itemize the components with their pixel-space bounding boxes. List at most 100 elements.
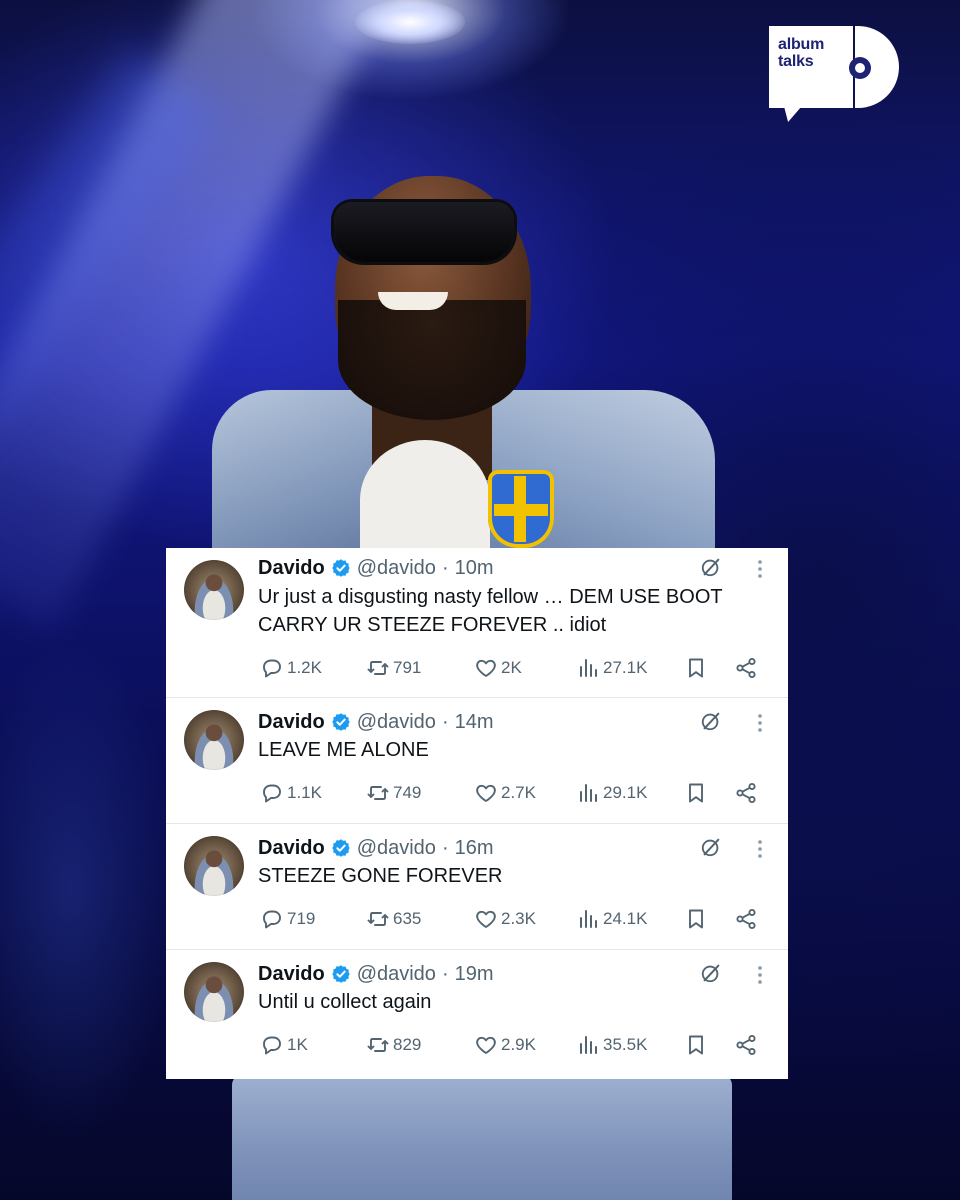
white-tshirt [360,440,490,560]
display-name[interactable]: Davido [258,837,325,860]
logo-text: album talks [778,36,825,70]
action-bar: 1K 829 2.9K 35.5K [258,1032,768,1058]
display-name[interactable]: Davido [258,557,325,580]
reply-count: 1K [287,1035,308,1054]
bookmark-button[interactable] [684,1032,711,1058]
reply-count: 1.2K [287,658,322,677]
share-button[interactable] [734,1032,761,1058]
repost-count: 635 [393,909,422,928]
performer-smile [378,292,448,310]
bookmark-icon [689,1035,703,1055]
tweet-text: Ur just a disgusting nasty fellow … DEM … [258,586,723,636]
repost-count: 749 [393,783,422,802]
timestamp[interactable]: 14m [455,711,494,734]
views-icon [580,910,597,928]
tweet[interactable]: Davido @davido · 19m Until u collect aga… [166,950,788,1079]
avatar[interactable] [184,962,244,1022]
tweet[interactable]: Davido @davido · 10m Ur just a disgustin… [166,548,788,697]
tweet-text: STEEZE GONE FOREVER [258,865,503,887]
repost-icon [367,912,389,926]
handle[interactable]: @davido [357,963,436,986]
avatar[interactable] [184,710,244,770]
like-count: 2.3K [501,909,536,928]
like-count: 2.9K [501,1035,536,1054]
bookmark-button[interactable] [684,655,711,681]
like-count: 2K [501,658,522,677]
handle[interactable]: @davido [357,711,436,734]
grok-icon[interactable] [700,556,722,578]
verified-badge-icon [331,713,350,731]
repost-icon [367,786,389,800]
share-button[interactable] [734,780,761,806]
share-button[interactable] [734,906,761,932]
handle[interactable]: @davido [357,557,436,580]
reply-button[interactable]: 1.1K [260,780,322,806]
like-button[interactable]: 2.3K [474,906,536,932]
views-button[interactable]: 29.1K [576,780,647,806]
tweet-text: LEAVE ME ALONE [258,739,429,761]
album-talks-logo: album talks [769,26,899,124]
grok-icon[interactable] [700,710,722,732]
sweden-badge-patch [488,470,554,548]
share-icon [736,782,756,804]
timestamp[interactable]: 10m [455,557,494,580]
avatar[interactable] [184,560,244,620]
heart-icon [476,784,496,802]
logo-disc-hole [849,57,871,79]
repost-button[interactable]: 791 [366,655,421,681]
action-bar: 719 635 2.3K 24.1K [258,906,768,932]
repost-button[interactable]: 635 [366,906,421,932]
tweet[interactable]: Davido @davido · 14m LEAVE ME ALONE 1.1K… [166,698,788,823]
views-button[interactable]: 27.1K [576,655,647,681]
grok-icon[interactable] [700,962,722,984]
views-icon [580,659,597,677]
timestamp[interactable]: 16m [455,837,494,860]
reply-count: 1.1K [287,783,322,802]
repost-count: 829 [393,1035,422,1054]
share-icon [736,657,756,679]
display-name[interactable]: Davido [258,963,325,986]
views-button[interactable]: 35.5K [576,1032,647,1058]
repost-count: 791 [393,658,422,677]
like-button[interactable]: 2.9K [474,1032,536,1058]
views-count: 35.5K [603,1035,648,1054]
performer-beard [338,300,526,420]
reply-button[interactable]: 719 [260,906,315,932]
handle[interactable]: @davido [357,837,436,860]
repost-button[interactable]: 749 [366,780,421,806]
share-icon [736,908,756,930]
verified-badge-icon [331,559,350,577]
repost-icon [367,661,389,675]
views-count: 27.1K [603,658,648,677]
like-button[interactable]: 2K [474,655,522,681]
reply-button[interactable]: 1.2K [260,655,322,681]
sunglasses [334,202,514,262]
more-options-icon[interactable] [750,558,770,580]
separator: · [441,836,449,859]
avatar[interactable] [184,836,244,896]
bookmark-icon [689,658,703,678]
display-name[interactable]: Davido [258,711,325,734]
share-button[interactable] [734,655,761,681]
more-options-icon[interactable] [750,838,770,860]
more-options-icon[interactable] [750,964,770,986]
views-count: 29.1K [603,783,648,802]
timestamp[interactable]: 19m [455,963,494,986]
reply-button[interactable]: 1K [260,1032,308,1058]
tweet[interactable]: Davido @davido · 16m STEEZE GONE FOREVER… [166,824,788,949]
reply-icon [263,784,281,803]
promo-graphic: album talks Davido @davido · 10m Ur just… [0,0,960,1200]
heart-icon [476,1036,496,1054]
bookmark-button[interactable] [684,780,711,806]
more-options-icon[interactable] [750,712,770,734]
reply-icon [263,1036,281,1055]
logo-speech-tail [778,106,802,122]
action-bar: 1.1K 749 2.7K 29.1K [258,780,768,806]
views-button[interactable]: 24.1K [576,906,647,932]
grok-icon[interactable] [700,836,722,858]
tweet-header: Davido @davido · 16m [258,836,494,860]
like-button[interactable]: 2.7K [474,780,536,806]
reply-icon [263,659,281,678]
repost-button[interactable]: 829 [366,1032,421,1058]
bookmark-button[interactable] [684,906,711,932]
